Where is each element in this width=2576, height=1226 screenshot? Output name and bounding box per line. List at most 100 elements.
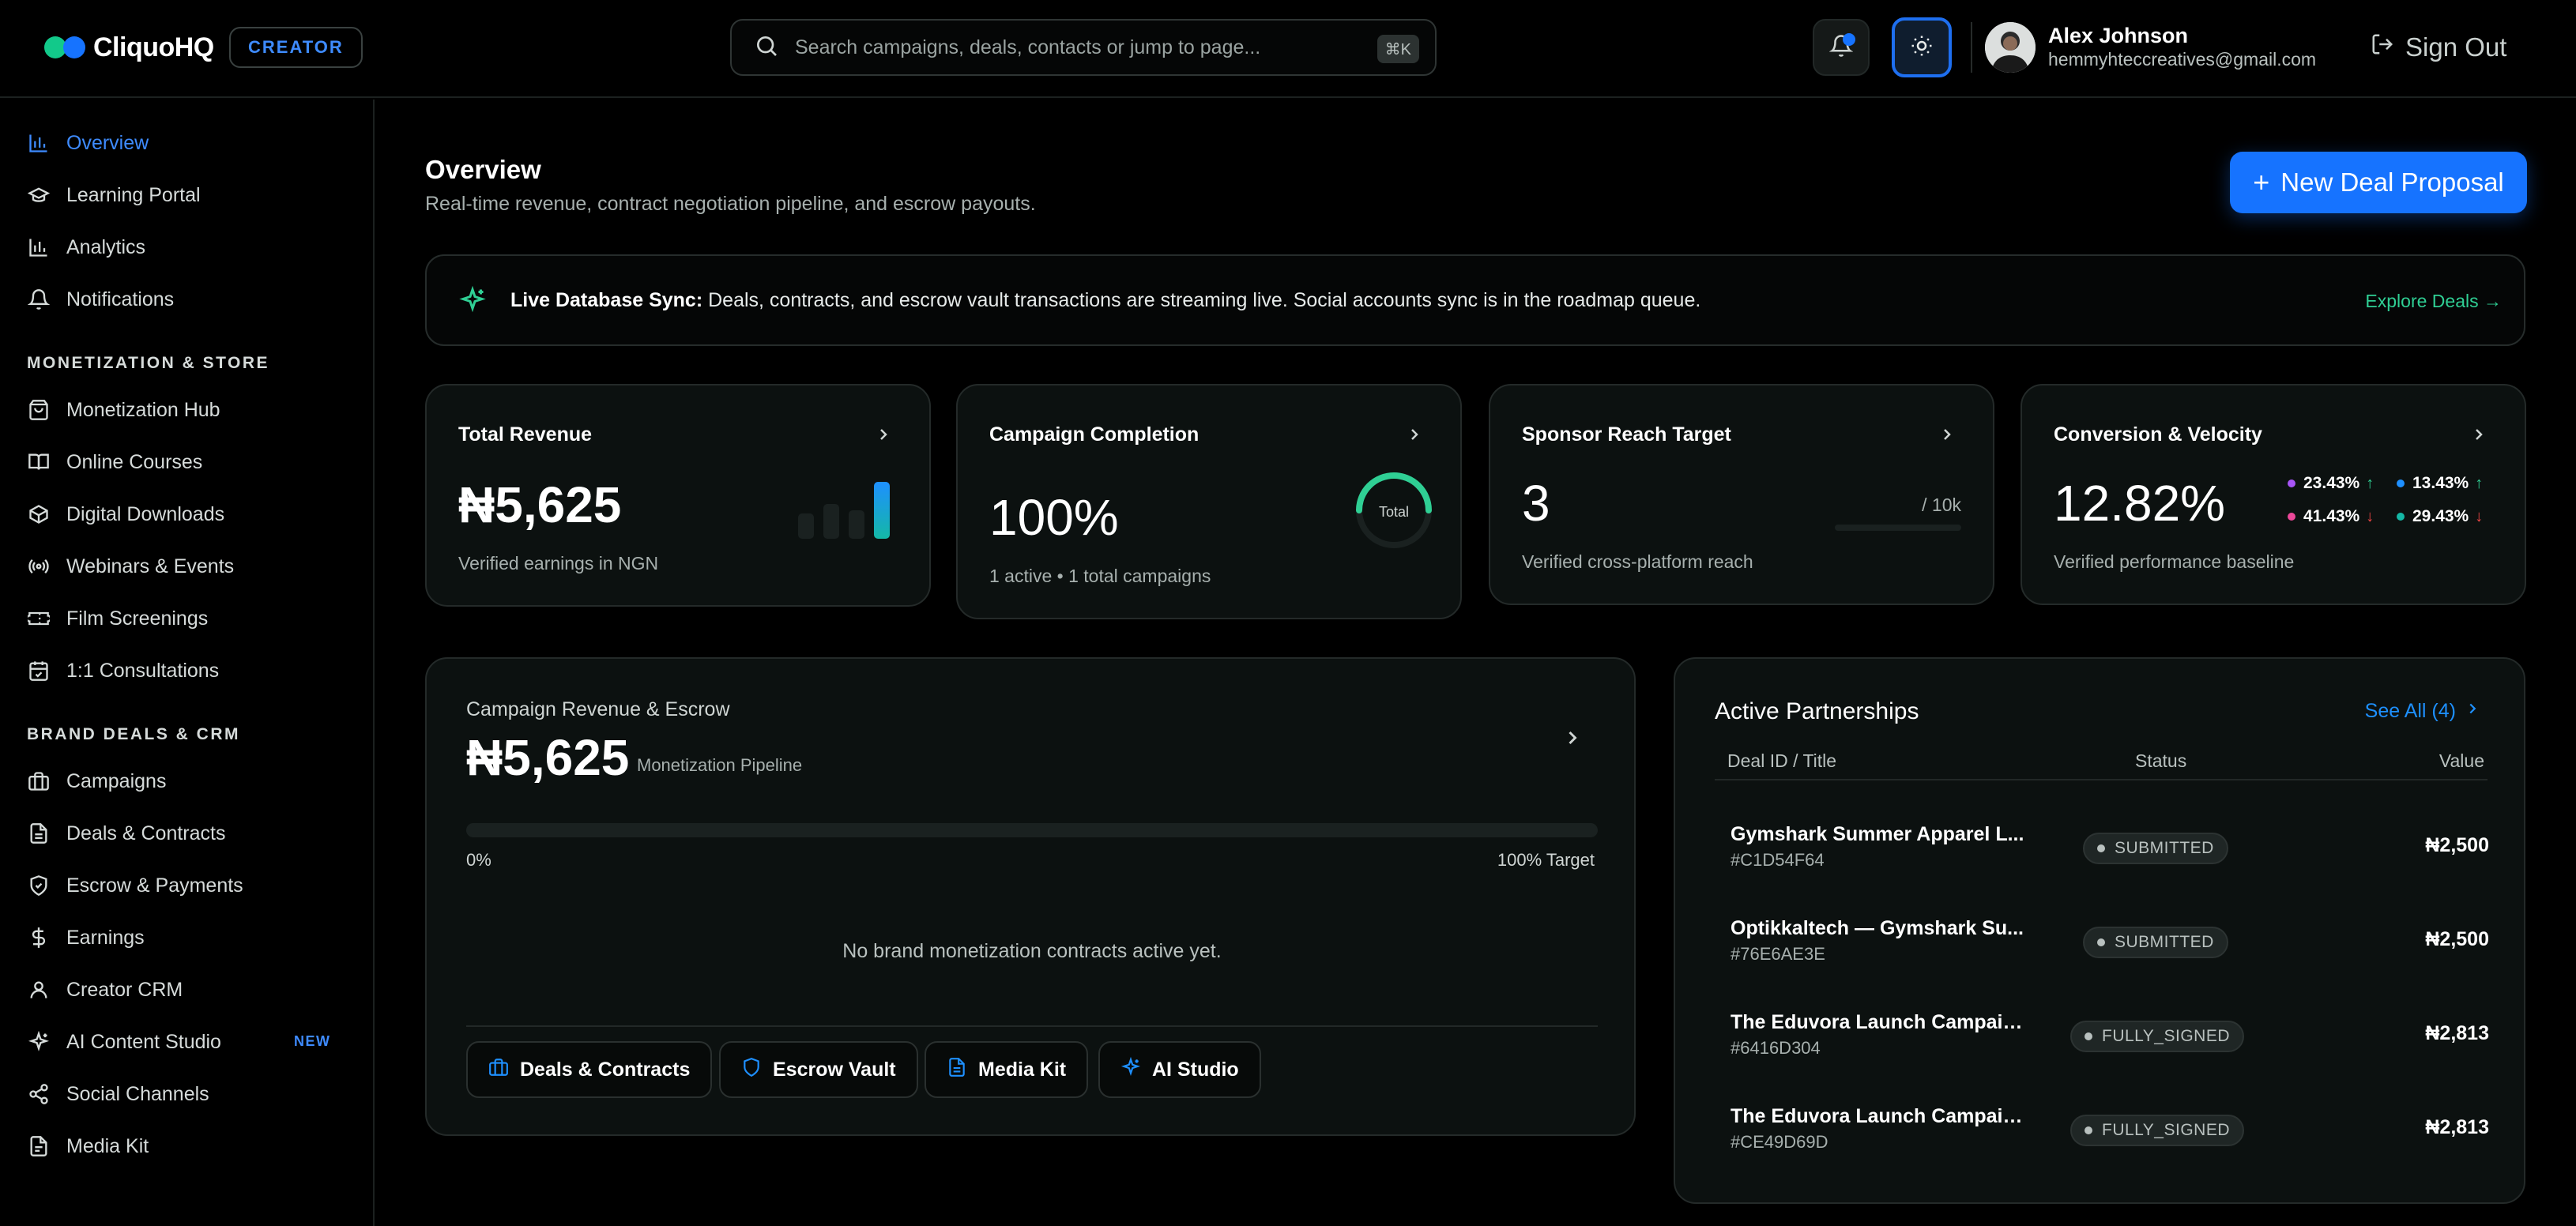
conversion-velocity-card[interactable]: Conversion & Velocity 12.82% Verified pe…: [2021, 384, 2526, 605]
column-header-status: Status: [2135, 750, 2187, 771]
search-input[interactable]: [795, 36, 1348, 59]
chevron-right-icon: [2469, 425, 2488, 448]
sidebar-item-campaigns[interactable]: Campaigns: [27, 762, 166, 801]
escrow-vault-chip[interactable]: Escrow Vault: [719, 1041, 918, 1098]
deal-value: ₦2,500: [2425, 834, 2489, 856]
sync-message: Live Database Sync: Deals, contracts, an…: [510, 289, 1700, 312]
arrow-down-icon: ↓: [2475, 507, 2484, 525]
sidebar-item-creator-crm[interactable]: Creator CRM: [27, 970, 183, 1010]
sidebar-item-ai-content-studio[interactable]: AI Content Studio: [27, 1022, 221, 1062]
table-row[interactable]: The Eduvora Launch Campaig... #6416D304 …: [1715, 1003, 2505, 1082]
calendar-check-icon: [27, 659, 51, 683]
deal-title: The Eduvora Launch Campaig...: [1731, 1011, 2031, 1033]
sidebar-item-notifications[interactable]: Notifications: [27, 280, 174, 319]
sidebar-item-label: Learning Portal: [66, 183, 201, 206]
deal-id: #C1D54F64: [1731, 850, 1825, 870]
conversion-metric: 23.43% ↑: [2288, 474, 2374, 493]
bar-chart-icon: [27, 131, 51, 155]
plus-icon: +: [2253, 166, 2270, 198]
sign-out-button[interactable]: Sign Out: [2371, 32, 2506, 63]
deal-value: ₦2,500: [2425, 928, 2489, 950]
chevron-right-icon: [2464, 700, 2481, 723]
live-sync-banner: Live Database Sync: Deals, contracts, an…: [425, 254, 2525, 346]
table-row[interactable]: Optikkaltech — Gymshark Su... #76E6AE3E …: [1715, 909, 2505, 988]
sidebar-item-earnings[interactable]: Earnings: [27, 918, 145, 957]
metric-value: 23.43%: [2303, 474, 2360, 492]
shortcut-hint: ⌘K: [1377, 35, 1419, 63]
sidebar-item-online-courses[interactable]: Online Courses: [27, 442, 202, 482]
sidebar-item-overview[interactable]: Overview: [27, 123, 149, 163]
progress-end-label: 100% Target: [1497, 850, 1595, 870]
sidebar: Overview Learning Portal Analytics Notif…: [0, 100, 375, 1226]
deal-title: Gymshark Summer Apparel L...: [1731, 823, 2024, 845]
metric-dot: [2288, 479, 2295, 487]
chevron-right-icon: [874, 425, 893, 448]
avatar[interactable]: [1985, 22, 2036, 73]
ticket-icon: [27, 607, 51, 630]
sidebar-item-analytics[interactable]: Analytics: [27, 228, 145, 267]
search-bar[interactable]: ⌘K: [730, 19, 1437, 76]
mini-bar: [874, 482, 890, 539]
logout-icon: [2371, 32, 2405, 62]
notifications-button[interactable]: [1813, 19, 1870, 76]
chevron-right-icon[interactable]: [1561, 727, 1584, 753]
card-subtitle: 1 active • 1 total campaigns: [989, 566, 1211, 586]
sidebar-item-label: Media Kit: [66, 1134, 149, 1157]
explore-deals-link[interactable]: Explore Deals →: [2365, 291, 2502, 312]
sidebar-item-digital-downloads[interactable]: Digital Downloads: [27, 495, 224, 534]
chevron-right-icon: [1938, 425, 1956, 448]
reach-target: / 10k: [1922, 495, 1961, 515]
sidebar-item-social-channels[interactable]: Social Channels: [27, 1074, 209, 1114]
arrow-up-icon: ↑: [2366, 474, 2375, 492]
user-email: hemmyhteccreatives@gmail.com: [2048, 49, 2317, 70]
card-title: Sponsor Reach Target: [1522, 423, 1731, 446]
notification-dot: [1843, 33, 1855, 46]
mini-bar: [823, 504, 839, 539]
sign-out-label: Sign Out: [2405, 32, 2507, 62]
table-row[interactable]: Gymshark Summer Apparel L... #C1D54F64 S…: [1715, 815, 2505, 894]
theme-toggle-button[interactable]: [1892, 17, 1952, 77]
sidebar-item-label: Campaigns: [66, 769, 167, 792]
progress-start-label: 0%: [466, 850, 491, 870]
deals-contracts-chip[interactable]: Deals & Contracts: [466, 1041, 713, 1098]
sidebar-item-label: Earnings: [66, 926, 145, 949]
deal-id: #6416D304: [1731, 1038, 1821, 1058]
sidebar-item-deals-contracts[interactable]: Deals & Contracts: [27, 814, 225, 853]
campaign-completion-card[interactable]: Campaign Completion 100% 1 active • 1 to…: [956, 384, 1462, 619]
card-title: Total Revenue: [458, 423, 593, 446]
sidebar-item-media-kit[interactable]: Media Kit: [27, 1126, 149, 1166]
card-subtitle: Verified performance baseline: [2054, 551, 2295, 572]
ai-studio-chip[interactable]: AI Studio: [1098, 1041, 1261, 1098]
active-partnerships-panel: Active Partnerships See All (4) Deal ID …: [1674, 657, 2525, 1204]
arrow-up-icon: ↑: [2475, 474, 2484, 492]
sidebar-item-monetization-hub[interactable]: Monetization Hub: [27, 390, 220, 430]
sidebar-item-label: AI Content Studio: [66, 1030, 221, 1053]
sidebar-item-webinars-events[interactable]: Webinars & Events: [27, 547, 234, 586]
metric-value: 13.43%: [2412, 474, 2469, 492]
revenue-progress-track: [466, 823, 1598, 837]
shield-icon: [741, 1057, 773, 1083]
logo[interactable]: CliquoHQ: [44, 30, 214, 65]
chip-label: Deals & Contracts: [520, 1058, 691, 1081]
media-kit-chip[interactable]: Media Kit: [925, 1041, 1089, 1098]
chevron-right-icon: [1405, 425, 1424, 448]
status-badge: SUBMITTED: [2083, 927, 2228, 958]
sidebar-item-consultations[interactable]: 1:1 Consultations: [27, 651, 219, 690]
sidebar-item-escrow-payments[interactable]: Escrow & Payments: [27, 866, 243, 905]
package-icon: [27, 502, 51, 526]
sidebar-item-learning-portal[interactable]: Learning Portal: [27, 175, 201, 215]
new-deal-label: New Deal Proposal: [2280, 167, 2504, 197]
table-row[interactable]: The Eduvora Launch Campaig... #CE49D69D …: [1715, 1097, 2505, 1176]
sidebar-item-film-screenings[interactable]: Film Screenings: [27, 599, 208, 638]
total-revenue-card[interactable]: Total Revenue ₦5,625 Verified earnings i…: [425, 384, 931, 607]
briefcase-icon: [488, 1057, 520, 1083]
sidebar-item-label: Overview: [66, 131, 149, 154]
see-all-link[interactable]: See All (4): [2365, 700, 2481, 723]
new-deal-proposal-button[interactable]: + New Deal Proposal: [2230, 152, 2527, 213]
sidebar-item-label: 1:1 Consultations: [66, 659, 220, 682]
status-badge: FULLY_SIGNED: [2070, 1115, 2244, 1146]
reach-progress-track: [1835, 525, 1961, 531]
sponsor-reach-card[interactable]: Sponsor Reach Target 3 / 10k Verified cr…: [1489, 384, 1994, 605]
deal-id: #76E6AE3E: [1731, 944, 1825, 964]
status-badge: FULLY_SIGNED: [2070, 1021, 2244, 1052]
